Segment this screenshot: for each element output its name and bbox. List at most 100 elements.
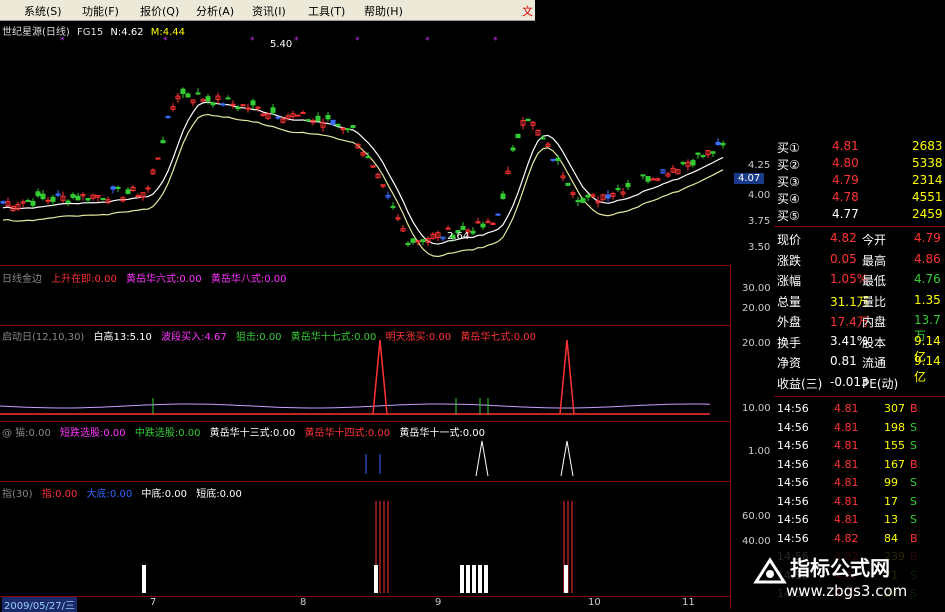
candle-body [410,238,416,243]
bid-row[interactable]: 买① 4.81 2683 [774,139,945,156]
candlestick-chart[interactable]: * * * * * * * [0,35,730,265]
candle-body [0,201,6,204]
signal-marker: * [163,36,168,46]
candle-body [235,107,241,110]
bid-row[interactable]: 买④ 4.78 4551 [774,190,945,207]
bid-label: 买④ [777,192,800,206]
bottom-bar [460,565,464,593]
stat-row: 涨跌 0.05 最高 4.86 [774,252,945,269]
menu-quote[interactable]: 报价(Q) [140,3,179,19]
candle-body [225,97,231,100]
tick-s: S [910,494,917,508]
candle-body [605,194,611,199]
spike-marker [372,340,388,415]
candle-body [145,187,151,190]
candle-body [390,205,396,208]
candle-body [615,188,621,191]
candle-body [305,119,311,122]
candle-body [415,240,421,243]
tick-s: B [910,457,918,471]
brand-text: 文 [522,5,533,18]
tick-s: S [910,513,917,526]
tick-p: 4.81 [834,439,859,452]
watermark-logo-icon [753,557,787,584]
candle-body [295,114,301,117]
tick-row: 14:56 4.81 17 S [774,495,945,510]
panel1-item: 黄岳华六式:0.00 [126,274,202,285]
menu-bar: 系统(S) 功能(F) 报价(Q) 分析(A) 资讯(I) 工具(T) 帮助(H… [0,0,535,21]
candle-body [330,119,336,125]
menu-analysis[interactable]: 分析(A) [196,3,234,19]
tick-s: S [910,476,917,489]
tick-t: 14:56 [777,513,809,526]
menu-tools[interactable]: 工具(T) [308,3,345,19]
stat-row: 现价 4.82 今开 4.79 [774,231,945,248]
tick-row: 14:56 4.81 167 B [774,458,945,473]
bid-row[interactable]: 买③ 4.79 2314 [774,173,945,190]
tick-p: 4.81 [834,402,859,415]
watermark-title: 指标公式网 [790,556,890,580]
panel1-item: 上升在即:0.00 [51,274,117,285]
stat-label: 外盘 [777,315,802,329]
candle-body [700,155,706,158]
bid-label: 买① [777,141,800,155]
tick-row: 14:56 4.81 198 S [774,421,945,436]
tick-p: 4.82 [834,531,859,545]
menu-system[interactable]: 系统(S) [24,3,62,19]
price-axis-tick: 4.25 [748,160,771,171]
candle-body [185,93,191,98]
signal-marker: * [493,36,498,46]
candle-body [220,103,226,106]
panel1-title: 日线金边 [2,274,42,285]
date-axis: 2009/05/27/三 7 8 9 10 11 [0,596,730,612]
tick-v: 17 [884,494,898,508]
bid-price: 4.79 [832,173,859,187]
candle-body [40,193,46,200]
stat-value: 4.86 [914,251,941,266]
tick-s: B [910,531,918,545]
stat-row: 换手 3.41% 股本 9.14亿 [774,334,945,364]
stat-value: 4.79 [914,231,941,245]
tick-v: 84 [884,531,898,545]
candle-body [35,191,41,197]
bid-label: 买③ [777,175,800,189]
tick-p: 4.81 [834,476,859,489]
panel1-axis-tick: 20.00 [742,303,771,314]
bid-row[interactable]: 买② 4.80 5338 [774,156,945,173]
tick-p: 4.81 [834,457,859,471]
menu-help[interactable]: 帮助(H) [364,3,403,19]
stat-value: 1.35 [914,292,941,307]
bid-label: 买② [777,158,800,172]
menu-info[interactable]: 资讯(I) [252,3,286,19]
candle-body [515,133,521,139]
tick-row: 14:56 4.81 13 S [774,513,945,528]
candle-body [540,137,546,140]
panel2-indicator-plot [0,340,711,415]
axis-divider [730,265,731,609]
stat-label: 现价 [777,233,802,247]
menu-function[interactable]: 功能(F) [82,3,119,19]
watermark: 指标公式网 www.zbgs3.com [748,548,945,609]
panel-divider [0,325,730,326]
price-axis-tick: 3.50 [748,242,771,253]
bid-price: 4.77 [832,207,859,221]
tick-v: 167 [884,457,905,471]
tick-s: B [910,402,918,415]
quote-panel: 买① 4.81 2683 买② 4.80 5338 买③ 4.79 2314 买… [774,135,945,609]
candle-body [250,100,256,106]
tick-row: 14:56 4.81 307 B [774,402,945,417]
bid-row[interactable]: 买⑤ 4.77 2459 [774,207,945,224]
tick-p: 4.81 [834,513,859,526]
candle-body [70,194,76,198]
tick-t: 14:56 [777,457,809,471]
bid-volume: 4551 [912,190,943,204]
price-axis-tick: 3.75 [748,216,771,227]
candle-body [715,141,721,145]
candle-body [345,128,351,131]
tick-row: 14:56 4.82 84 B [774,532,945,547]
candle-body [480,223,486,228]
candle-body [115,186,121,189]
candle-body [180,88,186,94]
candle-body [495,213,501,216]
stat-value: 0.05 [830,251,857,266]
